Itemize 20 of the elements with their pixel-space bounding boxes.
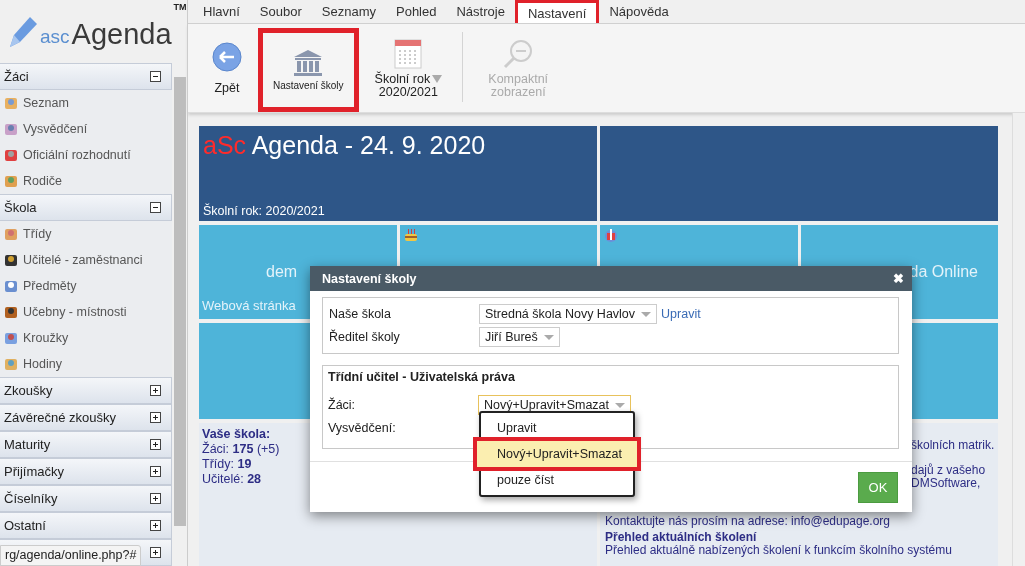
agenda-title: aSc Agenda - 24. 9. 2020 xyxy=(202,130,487,161)
news-text: Přehled aktuálně nabízených školení k funkcím školního systému xyxy=(605,544,952,557)
school-info-title: Vaše škola: xyxy=(202,427,271,441)
url-tooltip: rg/agenda/online.php?# xyxy=(0,545,142,566)
news-text: školních matrik. xyxy=(911,439,995,452)
news-text: dajů z vašeho xyxy=(911,464,986,477)
school-year-text: Školní rok: 2020/2021 xyxy=(202,204,326,220)
tile-title: dem xyxy=(266,263,298,281)
field-label: Naše škola xyxy=(329,307,392,321)
news-text: DMSoftware, xyxy=(911,477,981,490)
logo: ascAgenda TM xyxy=(0,0,187,63)
field-label: Žáci: xyxy=(328,398,357,412)
news-text: Kontaktujte nás prosím na adrese: info@edupage.org xyxy=(605,515,891,528)
school-stat: Učitelé: 28 xyxy=(202,472,262,487)
news-heading: Přehled aktuálních školení xyxy=(605,531,757,544)
school-stat: Třídy: 19 xyxy=(202,457,252,472)
field-label: Vysvědčení: xyxy=(328,421,397,435)
group-title: Třídní učitel - Uživatelská práva xyxy=(328,370,516,384)
field-label: Ředitel školy xyxy=(329,330,401,344)
school-stat: Žáci: 175 (+5) xyxy=(202,442,280,457)
